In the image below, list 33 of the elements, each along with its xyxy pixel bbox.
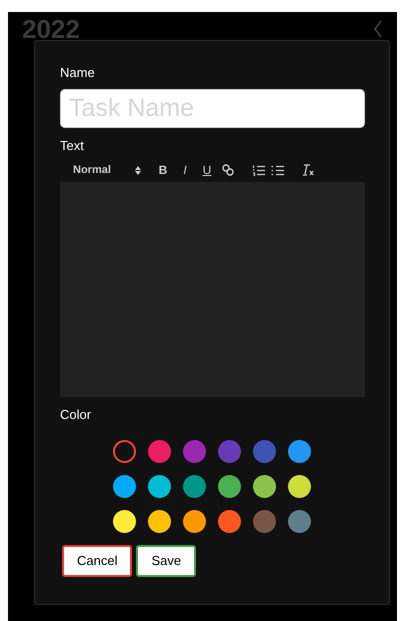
color-swatch[interactable] — [148, 475, 171, 498]
color-swatch[interactable] — [218, 440, 241, 463]
color-swatch[interactable] — [113, 475, 136, 498]
sort-arrows-icon — [135, 166, 141, 174]
color-swatch[interactable] — [253, 510, 276, 533]
color-swatch[interactable] — [148, 440, 171, 463]
color-swatch[interactable] — [288, 440, 311, 463]
color-swatch[interactable] — [183, 475, 206, 498]
link-icon[interactable] — [222, 164, 234, 176]
color-swatch[interactable] — [288, 475, 311, 498]
format-dropdown[interactable]: Normal — [73, 162, 156, 178]
field-label: Color — [60, 407, 92, 423]
cancel-button[interactable]: Cancel — [62, 545, 132, 577]
color-swatch[interactable] — [183, 510, 206, 533]
bullet-list-icon[interactable] — [271, 164, 284, 176]
color-swatch[interactable] — [113, 510, 136, 533]
field-label: Text — [60, 138, 85, 154]
color-swatch[interactable] — [148, 510, 171, 533]
color-swatch[interactable] — [183, 440, 206, 463]
color-swatch[interactable] — [218, 475, 241, 498]
field-label: Name — [60, 65, 96, 81]
underline-button[interactable]: U — [200, 163, 214, 177]
ordered-list-icon[interactable] — [252, 164, 265, 176]
color-swatch[interactable] — [253, 440, 276, 463]
bold-button[interactable]: B — [156, 163, 170, 177]
clear-format-icon[interactable] — [302, 164, 315, 176]
color-swatch[interactable] — [218, 510, 241, 533]
save-button[interactable]: Save — [136, 545, 196, 577]
color-swatch[interactable] — [113, 440, 136, 463]
color-swatch[interactable] — [253, 475, 276, 498]
italic-button[interactable]: I — [178, 163, 192, 177]
color-swatch[interactable] — [288, 510, 311, 533]
page-heading: 2022 — [22, 13, 80, 46]
